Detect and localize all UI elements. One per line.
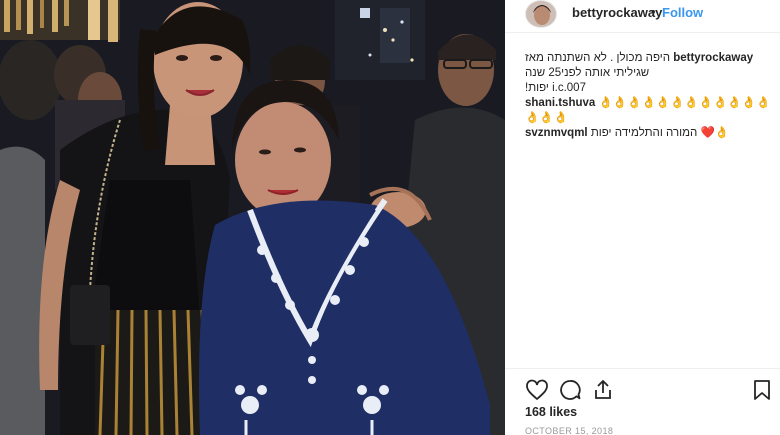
speech-bubble-icon[interactable] [558,378,582,402]
share-arrow-icon[interactable] [591,378,615,402]
comments-section: bettyrockaway היפה מכולן . לא השתנתה מאז… [525,51,773,141]
caption-line-1: bettyrockaway היפה מכולן . לא השתנתה מאז [525,51,773,66]
avatar[interactable] [525,0,557,28]
avatar-image [526,1,556,27]
separator-dot: • [651,4,656,19]
caption-line-3: i.c.007 יפות! [525,82,586,94]
caption: bettyrockaway היפה מכולן . לא השתנתה מאז… [525,51,773,96]
heart-outline-icon[interactable] [525,378,549,402]
follow-button[interactable]: Follow [662,5,703,20]
comment-item: shani.tshuva 👌👌👌👌👌👌👌👌👌👌👌👌👌👌👌 [525,96,773,126]
post-details-panel: bettyrockaway • Follow bettyrockaway היפ… [505,0,780,435]
likes-count[interactable]: 168 likes [525,405,577,419]
comment-text: המורה והתלמידה יפות ❤️👌 [590,127,730,139]
bookmark-icon[interactable] [750,378,774,402]
caption-text-1: היפה מכולן . לא השתנתה מאז [525,52,671,64]
post-header: bettyrockaway • Follow [505,0,780,33]
photo-illustration [0,0,505,435]
post-photo[interactable] [0,0,505,435]
post-date[interactable]: OCTOBER 15, 2018 [525,426,613,435]
caption-line-2: שגיליתי אותה לפני25 שנה [525,67,650,79]
comment-item: svznmvqml המורה והתלמידה יפות ❤️👌 [525,126,773,141]
comment-username[interactable]: shani.tshuva [525,97,595,109]
username[interactable]: bettyrockaway [572,5,662,20]
caption-username[interactable]: bettyrockaway [673,52,753,64]
actions-divider [505,368,780,369]
comment-username[interactable]: svznmvqml [525,127,588,139]
